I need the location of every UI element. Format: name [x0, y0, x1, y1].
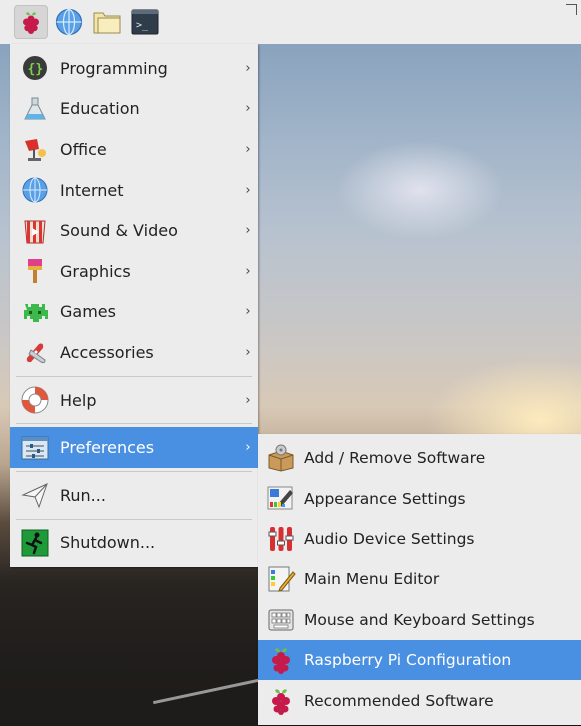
menu-item-label: Graphics	[60, 261, 131, 281]
menu-separator	[16, 375, 252, 377]
submenu-arrow-icon: ›	[245, 60, 251, 76]
submenu-item-appearance-settings[interactable]: Appearance Settings	[258, 478, 581, 518]
submenu-arrow-icon: ›	[245, 101, 251, 117]
menu-item-label: Programming	[60, 58, 168, 78]
help-icon	[18, 383, 52, 417]
menu-item-internet[interactable]: Internet ›	[10, 170, 258, 211]
menu-item-label: Sound & Video	[60, 221, 178, 241]
recommended-software-icon	[264, 684, 298, 718]
svg-text:{}: {}	[28, 62, 44, 77]
menu-item-run[interactable]: Run...	[10, 475, 258, 516]
audio-device-settings-icon	[264, 522, 298, 556]
appearance-settings-icon	[264, 482, 298, 516]
graphics-icon	[18, 254, 52, 288]
submenu-item-raspberry-pi-configuration[interactable]: Raspberry Pi Configuration	[258, 639, 581, 681]
web-browser-button[interactable]	[52, 5, 86, 39]
submenu-arrow-icon: ›	[245, 223, 251, 239]
submenu-arrow-icon: ›	[245, 392, 251, 408]
office-icon	[18, 132, 52, 166]
submenu-item-recommended-software[interactable]: Recommended Software	[258, 680, 581, 720]
add-remove-software-icon	[264, 441, 298, 475]
file-manager-button[interactable]	[90, 5, 124, 39]
menu-separator	[16, 470, 252, 472]
main-menu: {} Programming › Education › Office › In…	[10, 44, 258, 568]
submenu-item-audio-device-settings[interactable]: Audio Device Settings	[258, 519, 581, 559]
menu-item-label: Accessories	[60, 342, 154, 362]
mouse-keyboard-settings-icon	[264, 603, 298, 637]
submenu-arrow-icon: ›	[245, 263, 251, 279]
menu-item-education[interactable]: Education ›	[10, 89, 258, 130]
menu-separator	[16, 518, 252, 520]
submenu-arrow-icon: ›	[245, 141, 251, 157]
menu-item-preferences[interactable]: Preferences ›	[10, 427, 258, 468]
submenu-item-mouse-keyboard-settings[interactable]: Mouse and Keyboard Settings	[258, 600, 581, 640]
submenu-item-add-remove-software[interactable]: Add / Remove Software	[258, 438, 581, 478]
submenu-item-label: Raspberry Pi Configuration	[304, 651, 512, 670]
menu-item-graphics[interactable]: Graphics ›	[10, 251, 258, 292]
file-manager-icon	[93, 12, 121, 34]
submenu-item-main-menu-editor[interactable]: Main Menu Editor	[258, 559, 581, 599]
submenu-item-label: Add / Remove Software	[304, 449, 486, 468]
menu-item-label: Internet	[60, 180, 124, 200]
main-menu-button[interactable]	[14, 5, 48, 39]
education-icon	[18, 92, 52, 126]
programming-icon: {}	[18, 51, 52, 85]
preferences-submenu: Add / Remove Software Appearance Setting…	[258, 434, 581, 725]
menu-item-label: Help	[60, 390, 97, 410]
accessories-icon	[18, 335, 52, 369]
terminal-glyph: >_	[136, 20, 149, 31]
raspberry-icon	[23, 12, 39, 34]
submenu-arrow-icon: ›	[245, 440, 251, 456]
menu-item-games[interactable]: Games ›	[10, 292, 258, 333]
menu-item-accessories[interactable]: Accessories ›	[10, 332, 258, 373]
menu-item-label: Shutdown...	[60, 533, 156, 553]
panel-corner	[566, 4, 577, 15]
taskbar: >_	[0, 0, 581, 44]
menu-item-label: Run...	[60, 485, 106, 505]
menu-item-shutdown[interactable]: Shutdown...	[10, 523, 258, 564]
terminal-icon: >_	[131, 9, 159, 35]
web-browser-icon	[55, 8, 83, 36]
menu-item-label: Education	[60, 99, 140, 119]
raspberry-pi-configuration-icon	[264, 643, 298, 677]
submenu-arrow-icon: ›	[245, 182, 251, 198]
sound-video-icon	[18, 214, 52, 248]
main-menu-editor-icon	[264, 562, 298, 596]
menu-item-programming[interactable]: {} Programming ›	[10, 48, 258, 89]
menu-item-label: Office	[60, 139, 107, 159]
menu-item-label: Games	[60, 302, 116, 322]
preferences-icon	[18, 431, 52, 465]
submenu-arrow-icon: ›	[245, 344, 251, 360]
submenu-arrow-icon: ›	[245, 304, 251, 320]
run-icon	[18, 478, 52, 512]
internet-icon	[18, 173, 52, 207]
menu-item-sound-video[interactable]: Sound & Video ›	[10, 210, 258, 251]
terminal-button[interactable]: >_	[128, 5, 162, 39]
games-icon	[18, 295, 52, 329]
menu-item-help[interactable]: Help ›	[10, 380, 258, 421]
submenu-item-label: Main Menu Editor	[304, 570, 440, 589]
submenu-item-label: Mouse and Keyboard Settings	[304, 610, 535, 629]
submenu-item-label: Appearance Settings	[304, 489, 466, 508]
shutdown-icon	[18, 526, 52, 560]
menu-separator	[16, 423, 252, 425]
submenu-item-label: Recommended Software	[304, 691, 494, 710]
menu-item-office[interactable]: Office ›	[10, 129, 258, 170]
submenu-item-label: Audio Device Settings	[304, 529, 475, 548]
menu-item-label: Preferences	[60, 438, 155, 458]
